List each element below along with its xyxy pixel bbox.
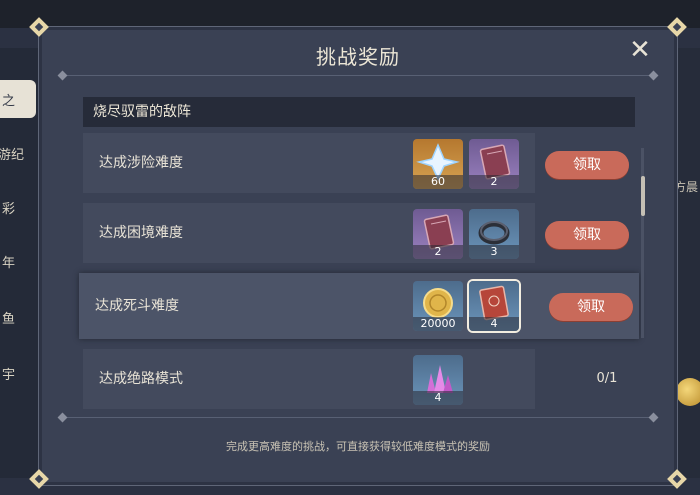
top-divider: [63, 75, 653, 76]
claim-button[interactable]: 领取: [549, 293, 633, 321]
ring-icon[interactable]: 3: [469, 209, 519, 259]
background-coin-icon: [676, 378, 700, 406]
section-header: 烧尽驭雷的敌阵: [83, 97, 635, 127]
reward-row: 达成绝路模式: [83, 349, 535, 409]
row-label: 达成涉险难度: [99, 155, 183, 171]
bottom-divider: [63, 417, 653, 418]
item-count: 2: [469, 175, 519, 189]
row-label: 达成困境难度: [99, 225, 183, 241]
item-count: 60: [413, 175, 463, 189]
background-tab-label: 鱼: [2, 312, 16, 327]
primogem-icon[interactable]: 60: [413, 139, 463, 189]
talent-book-icon[interactable]: 4: [469, 281, 519, 331]
background-tab[interactable]: 游纪: [0, 134, 36, 172]
crystal-ore-icon[interactable]: 4: [413, 355, 463, 405]
book-icon[interactable]: 2: [469, 139, 519, 189]
scrollbar-thumb[interactable]: [641, 176, 645, 216]
item-count: 20000: [413, 317, 463, 331]
background-tab[interactable]: 宇: [0, 354, 36, 392]
background-tab-label: 年: [2, 256, 16, 271]
claim-button[interactable]: 领取: [545, 151, 629, 179]
mora-coin-icon[interactable]: 20000: [413, 281, 463, 331]
background-top-bar: [0, 0, 700, 28]
reward-row: 达成涉险难度: [83, 133, 535, 193]
background-side-menu: 之 游纪 彩 年 鱼 宇: [0, 48, 40, 478]
background-tab-label: 宇: [2, 368, 16, 383]
background-tab[interactable]: 鱼: [0, 298, 36, 336]
row-label: 达成死斗难度: [95, 298, 179, 314]
background-tab[interactable]: 年: [0, 242, 36, 280]
reward-row: 达成困境难度: [83, 203, 535, 263]
item-count: 4: [413, 391, 463, 405]
progress-counter: 0/1: [596, 371, 618, 386]
background-tab-label: 游纪: [0, 148, 25, 163]
background-tab-label: 彩: [2, 202, 16, 217]
footer-note: 完成更高难度的挑战，可直接获得较低难度模式的奖励: [226, 440, 490, 453]
claim-button[interactable]: 领取: [545, 221, 629, 249]
item-count: 2: [413, 245, 463, 259]
close-button[interactable]: ✕: [627, 37, 653, 63]
row-label: 达成绝路模式: [99, 371, 183, 387]
challenge-reward-dialog: 挑战奖励 ✕ 烧尽驭雷的敌阵 达成涉险难度 60 2 领取 达成困境难度 2 3…: [38, 26, 678, 486]
background-tab[interactable]: 彩: [0, 188, 36, 226]
background-tab[interactable]: 之: [0, 80, 36, 118]
item-count: 4: [469, 317, 519, 331]
dialog-title: 挑战奖励: [316, 45, 400, 69]
background-tab-label: 之: [2, 94, 16, 109]
item-count: 3: [469, 245, 519, 259]
book-icon[interactable]: 2: [413, 209, 463, 259]
